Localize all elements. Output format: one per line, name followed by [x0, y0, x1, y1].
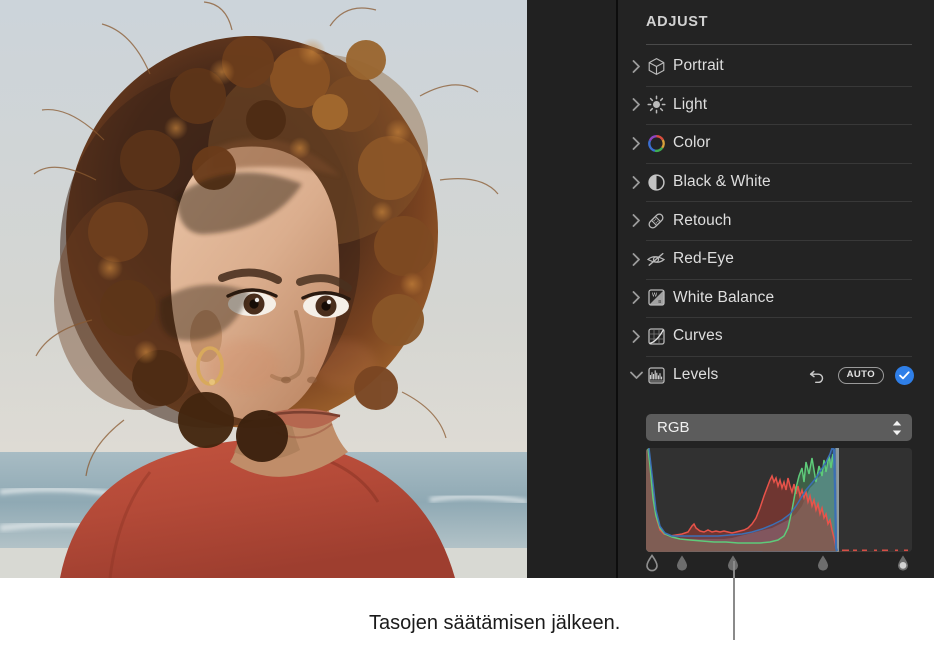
up-down-chevron-icon[interactable]	[891, 419, 903, 436]
chevron-right-icon[interactable]	[628, 251, 644, 267]
photo-preview[interactable]	[0, 0, 527, 578]
levels-histogram[interactable]	[646, 448, 912, 552]
panel-header: ADJUST	[646, 14, 912, 30]
histogram-plot	[646, 448, 912, 552]
adjustment-label: Black & White	[673, 173, 771, 191]
header-divider	[646, 44, 912, 45]
auto-button[interactable]: AUTO	[837, 366, 884, 384]
adjustment-row-red-eye[interactable]: Red-Eye	[618, 239, 934, 279]
adjustment-row-black-and-white[interactable]: Black & White	[618, 162, 934, 202]
adjustment-label: Light	[673, 95, 708, 113]
eye-slash-icon	[646, 249, 666, 269]
svg-text:B: B	[658, 300, 661, 305]
adjust-panel: ADJUST Portrait Light Color Black & Whit…	[618, 0, 934, 578]
adjustment-row-white-balance[interactable]: W B White Balance	[618, 278, 934, 318]
curves-icon	[646, 326, 666, 346]
page-title: ADJUST	[646, 14, 709, 30]
cube-icon	[646, 56, 666, 76]
app-window: ADJUST Portrait Light Color Black & Whit…	[0, 0, 934, 578]
white-point-handle[interactable]	[896, 554, 910, 572]
black-point-handle[interactable]	[645, 554, 659, 572]
chevron-right-icon[interactable]	[628, 97, 644, 113]
chevron-right-icon[interactable]	[628, 58, 644, 74]
sun-icon	[646, 95, 666, 115]
chevron-right-icon[interactable]	[628, 290, 644, 306]
channel-select[interactable]: RGB	[646, 414, 912, 441]
adjustment-row-portrait[interactable]: Portrait	[618, 47, 934, 86]
chevron-right-icon[interactable]	[628, 174, 644, 190]
adjustment-label: Retouch	[673, 211, 732, 229]
canvas-background	[527, 0, 617, 578]
bandage-icon	[646, 211, 666, 231]
callout-leader-line	[733, 561, 735, 640]
highlights-handle[interactable]	[816, 554, 830, 572]
channel-select-value: RGB	[657, 419, 690, 436]
contrast-circle-icon	[646, 172, 666, 192]
chevron-right-icon[interactable]	[628, 213, 644, 229]
chevron-right-icon[interactable]	[628, 135, 644, 151]
adjustment-row-retouch[interactable]: Retouch	[618, 201, 934, 240]
levels-actions: AUTO	[809, 365, 914, 385]
adjustment-label: Curves	[673, 327, 723, 345]
adjustment-label: Red-Eye	[673, 250, 735, 268]
adjustment-label: Levels	[673, 366, 719, 384]
levels-icon	[646, 365, 666, 385]
checkmark-icon	[899, 370, 910, 379]
adjustment-row-curves[interactable]: Curves	[618, 317, 934, 356]
revert-arrow-icon[interactable]	[809, 366, 827, 384]
shadows-handle[interactable]	[675, 554, 689, 572]
levels-handles	[646, 554, 912, 576]
portrait-photo	[0, 0, 527, 578]
adjustment-row-levels[interactable]: Levels AUTO	[618, 355, 934, 395]
adjustment-label: Portrait	[673, 57, 724, 75]
color-wheel-icon	[646, 133, 666, 153]
adjustment-label: White Balance	[673, 288, 775, 306]
adjustment-row-color[interactable]: Color	[618, 124, 934, 163]
callout-caption: Tasojen säätämisen jälkeen.	[369, 612, 621, 634]
levels-enabled-toggle[interactable]	[895, 365, 914, 385]
adjustment-list: Portrait Light Color Black & White Retou…	[618, 47, 934, 394]
chevron-right-icon[interactable]	[628, 328, 644, 344]
screenshot-root: ADJUST Portrait Light Color Black & Whit…	[0, 0, 934, 654]
chevron-down-icon[interactable]	[628, 367, 644, 383]
adjustment-label: Color	[673, 134, 711, 152]
white-balance-icon: W B	[646, 288, 666, 308]
adjustment-row-light[interactable]: Light	[618, 85, 934, 125]
